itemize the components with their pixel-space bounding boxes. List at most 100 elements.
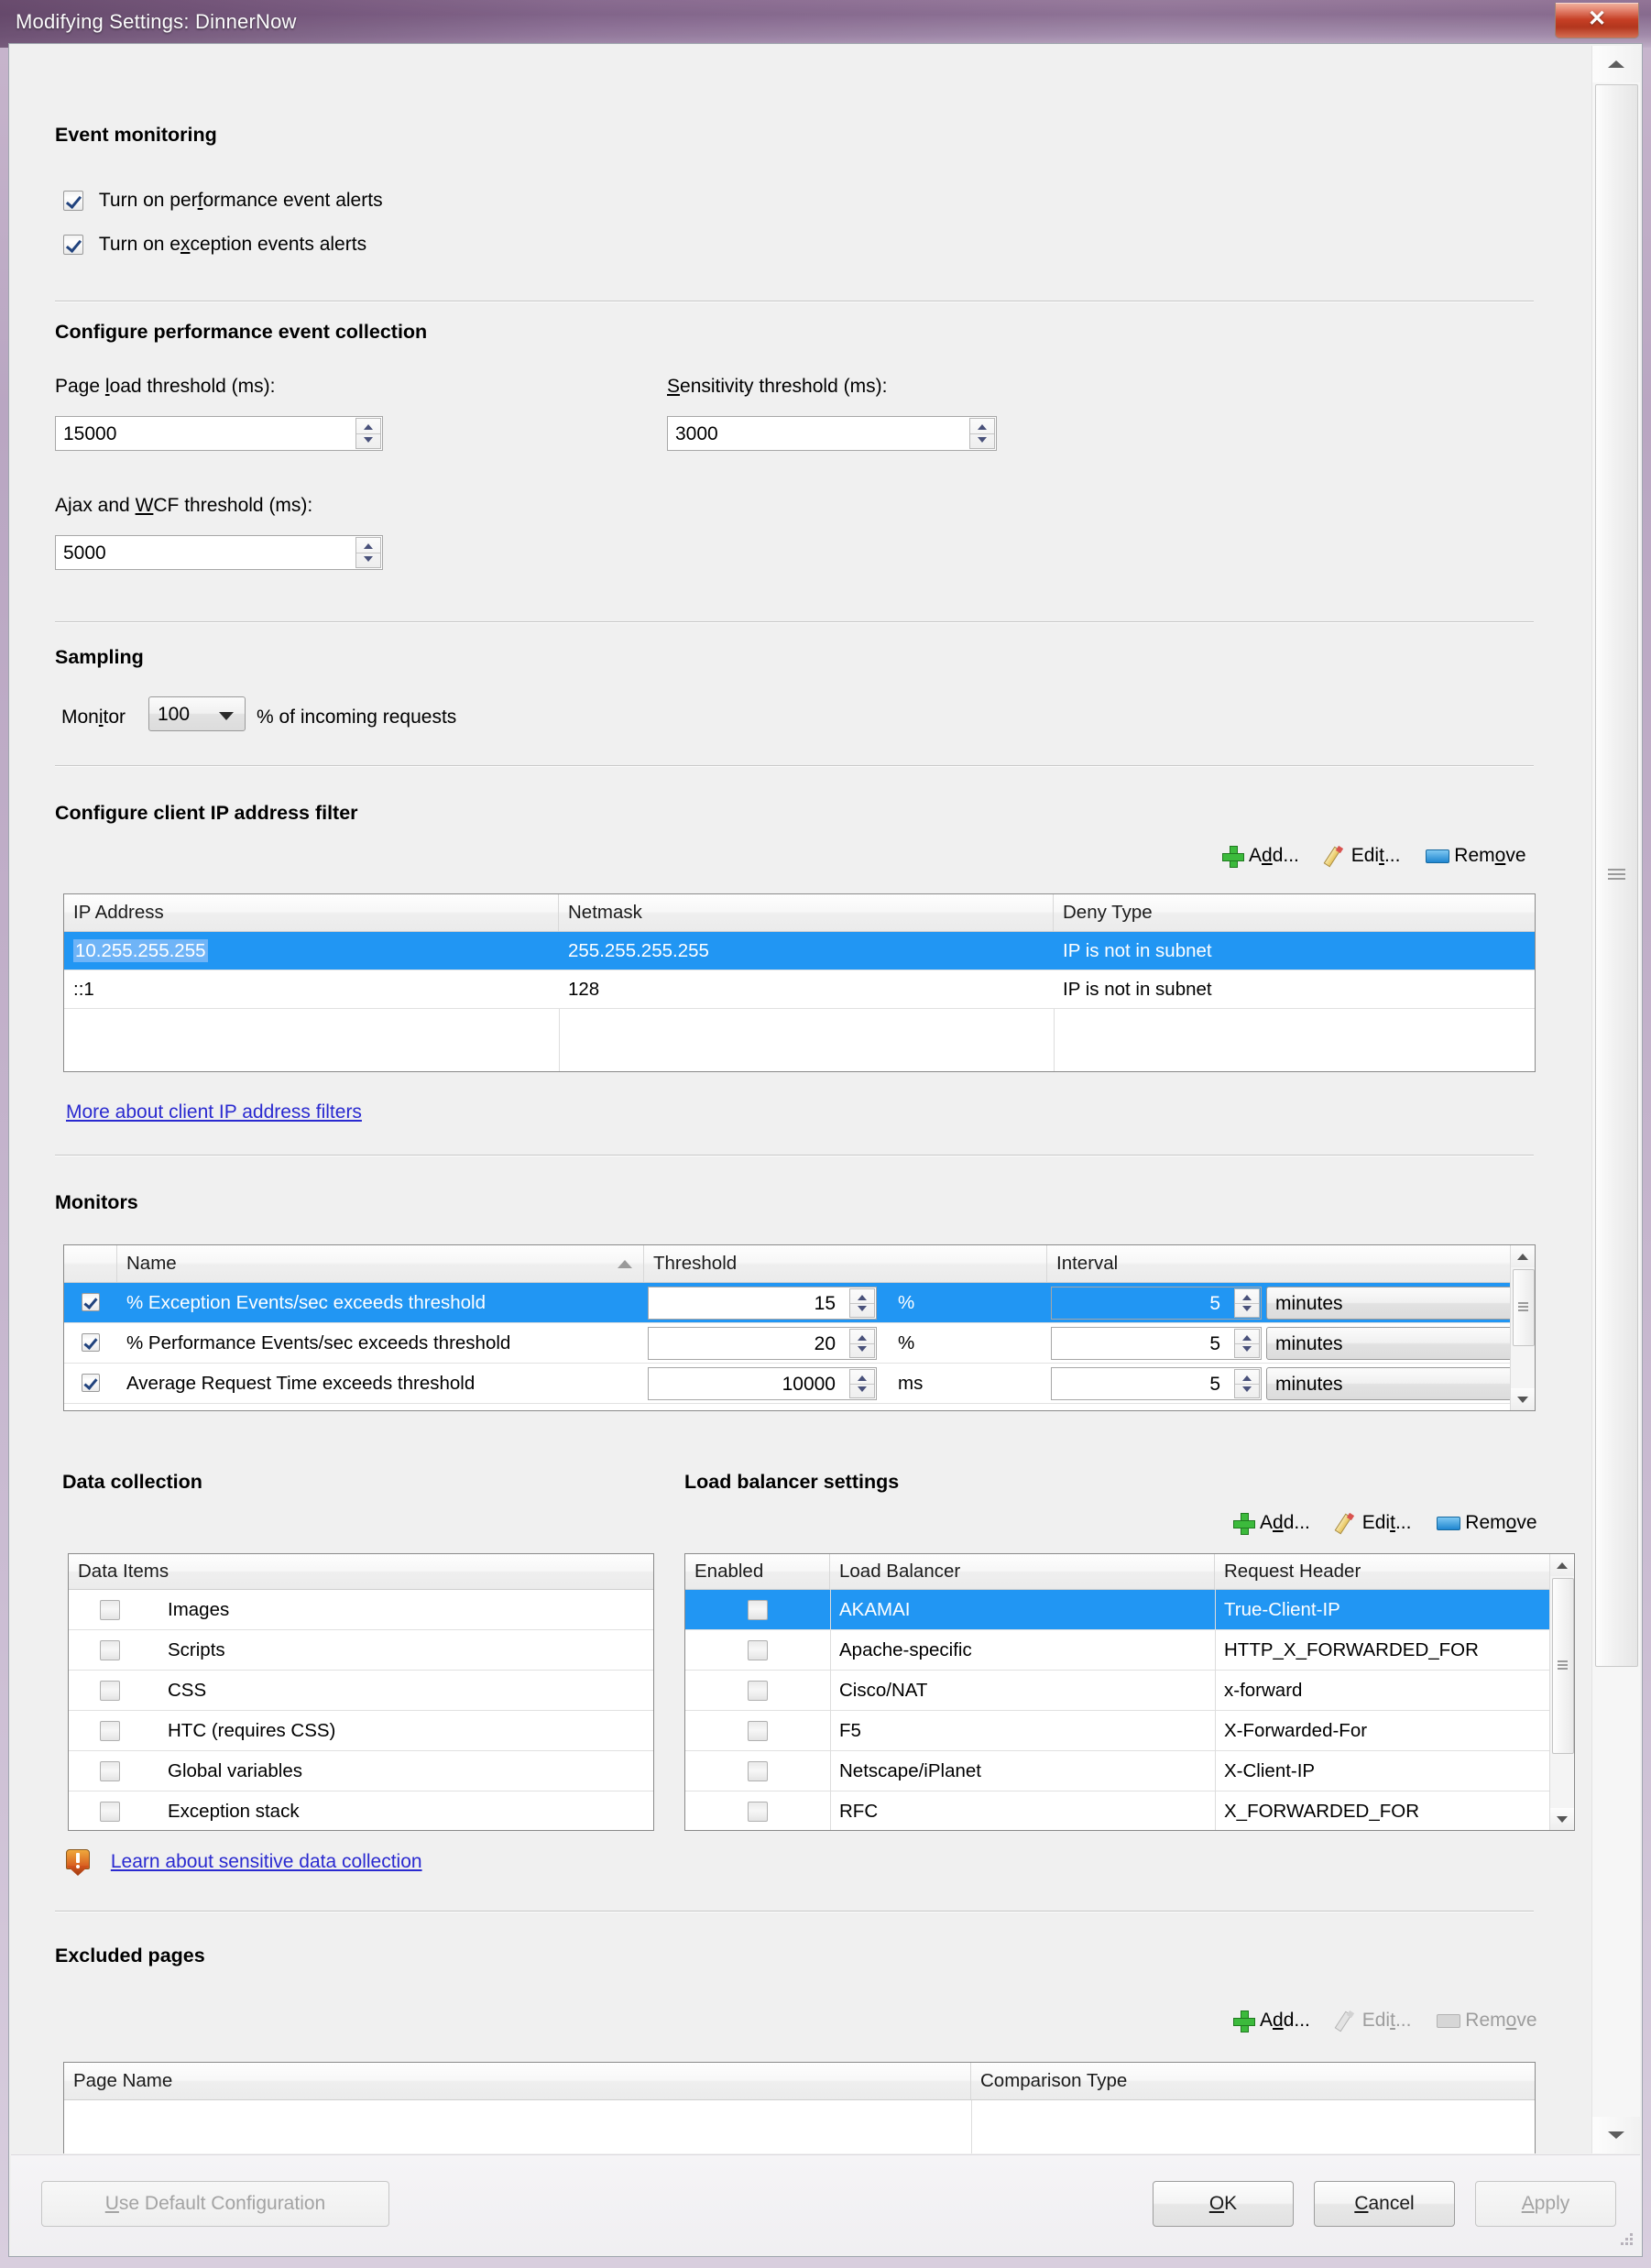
monitors-scroll-thumb[interactable] <box>1513 1269 1535 1346</box>
data-item-checkbox[interactable] <box>100 1802 120 1822</box>
monitors-threshold-spinner[interactable] <box>849 1288 875 1318</box>
monitors-col-check[interactable] <box>64 1245 117 1282</box>
monitors-row-checkbox[interactable] <box>64 1283 117 1323</box>
title-bar[interactable]: Modifying Settings: DinnerNow ✕ <box>0 0 1651 48</box>
table-row[interactable]: Apache-specific HTTP_X_FORWARDED_FOR <box>685 1630 1550 1671</box>
scroll-up-icon[interactable] <box>1550 1554 1574 1576</box>
monitors-interval-editor[interactable]: 5 <box>1051 1287 1262 1320</box>
load-balancer-row-checkbox[interactable] <box>748 1600 768 1620</box>
table-row[interactable]: % Performance Events/sec exceeds thresho… <box>64 1323 1535 1364</box>
load-balancer-col-header[interactable]: Request Header <box>1215 1554 1550 1589</box>
monitors-col-threshold[interactable]: Threshold <box>644 1245 1047 1282</box>
monitors-interval-unit-dropdown[interactable]: minutes <box>1266 1287 1535 1320</box>
monitors-interval-spinner[interactable] <box>1234 1329 1260 1358</box>
data-item-checkbox[interactable] <box>100 1721 120 1741</box>
data-collection-col-items[interactable]: Data Items <box>69 1554 653 1589</box>
data-item-checkbox[interactable] <box>100 1681 120 1701</box>
table-row[interactable]: ::1 128 IP is not in subnet <box>64 970 1535 1009</box>
checkbox-exception-alerts[interactable]: Turn on exception events alerts <box>63 234 366 256</box>
ip-filter-col-ip[interactable]: IP Address <box>64 894 559 931</box>
load-balancer-row-checkbox[interactable] <box>748 1681 768 1701</box>
scroll-up-icon[interactable] <box>1592 46 1640 82</box>
resize-grip[interactable] <box>1618 2233 1635 2250</box>
table-row[interactable]: RFC X_FORWARDED_FOR <box>685 1791 1550 1830</box>
monitors-grid-scrollbar[interactable] <box>1510 1245 1535 1410</box>
sensitivity-threshold-spinner[interactable] <box>969 418 995 449</box>
page-load-threshold-spinner[interactable] <box>355 418 381 449</box>
monitors-interval-unit-dropdown[interactable]: minutes <box>1266 1327 1535 1360</box>
monitors-interval-editor[interactable]: 5 <box>1051 1367 1262 1400</box>
list-item[interactable]: Scripts <box>69 1630 653 1671</box>
close-button[interactable]: ✕ <box>1555 3 1639 38</box>
list-item[interactable]: Images <box>69 1590 653 1630</box>
scroll-up-icon[interactable] <box>1511 1245 1535 1267</box>
ip-filter-edit-button[interactable]: Edit... <box>1323 845 1400 868</box>
sampling-percent-dropdown[interactable]: 100 <box>148 696 246 731</box>
ip-filter-remove-button[interactable]: Remove <box>1426 845 1526 867</box>
load-balancer-row-checkbox[interactable] <box>748 1802 768 1822</box>
table-row[interactable]: F5 X-Forwarded-For <box>685 1711 1550 1751</box>
load-balancer-edit-button[interactable]: Edit... <box>1334 1512 1411 1535</box>
list-item[interactable]: HTC (requires CSS) <box>69 1711 653 1751</box>
monitors-row-checkbox[interactable] <box>64 1364 117 1404</box>
list-item[interactable]: CSS <box>69 1671 653 1711</box>
data-item-checkbox[interactable] <box>100 1640 120 1660</box>
checkbox-exception-alerts-box[interactable] <box>63 235 83 256</box>
load-balancer-row-checkbox[interactable] <box>748 1721 768 1741</box>
table-row[interactable]: Cisco/NAT x-forward <box>685 1671 1550 1711</box>
scroll-down-icon[interactable] <box>1511 1388 1535 1410</box>
load-balancer-scroll-thumb[interactable] <box>1552 1578 1574 1754</box>
scroll-down-icon[interactable] <box>1592 2117 1640 2153</box>
list-item[interactable]: Global variables <box>69 1751 653 1791</box>
main-scroll-thumb[interactable] <box>1595 84 1638 1667</box>
monitors-col-name[interactable]: Name <box>117 1245 644 1282</box>
load-balancer-add-button[interactable]: Add... <box>1233 1512 1310 1535</box>
scroll-down-icon[interactable] <box>1550 1808 1574 1830</box>
monitors-threshold-editor[interactable]: 15 <box>648 1287 877 1320</box>
load-balancer-row-checkbox[interactable] <box>748 1640 768 1660</box>
checkbox-performance-alerts[interactable]: Turn on performance event alerts <box>63 190 383 212</box>
table-row[interactable]: 10.255.255.255 255.255.255.255 IP is not… <box>64 932 1535 970</box>
ip-filter-more-link[interactable]: More about client IP address filters <box>66 1101 362 1123</box>
load-balancer-col-enabled[interactable]: Enabled <box>685 1554 830 1589</box>
page-load-threshold-input[interactable]: 15000 <box>55 416 383 451</box>
main-scrollbar[interactable] <box>1591 46 1640 2153</box>
monitors-interval-editor[interactable]: 5 <box>1051 1327 1262 1360</box>
monitors-interval-unit-dropdown[interactable]: minutes <box>1266 1367 1535 1400</box>
cancel-button[interactable]: Cancel <box>1314 2181 1455 2227</box>
ok-button[interactable]: OK <box>1153 2181 1294 2227</box>
table-row[interactable]: AKAMAI True-Client-IP <box>685 1590 1550 1630</box>
ip-filter-add-button[interactable]: Add... <box>1222 845 1299 868</box>
checkbox-performance-alerts-box[interactable] <box>63 191 83 212</box>
table-row[interactable]: Average Request Time exceeds threshold 1… <box>64 1364 1535 1404</box>
load-balancer-row-checkbox[interactable] <box>748 1761 768 1781</box>
monitors-interval-spinner[interactable] <box>1234 1369 1260 1398</box>
monitors-row-checkbox[interactable] <box>64 1323 117 1364</box>
monitors-col-interval[interactable]: Interval <box>1047 1245 1511 1282</box>
data-item-checkbox[interactable] <box>100 1761 120 1781</box>
excluded-pages-add-button[interactable]: Add... <box>1233 2010 1310 2032</box>
monitors-threshold-editor[interactable]: 10000 <box>648 1367 877 1400</box>
monitors-interval-spinner[interactable] <box>1234 1288 1260 1318</box>
load-balancer-grid-scrollbar[interactable] <box>1549 1554 1574 1830</box>
ajax-wcf-threshold-spinner[interactable] <box>355 537 381 568</box>
table-row[interactable]: Netscape/iPlanet X-Client-IP <box>685 1751 1550 1791</box>
monitors-threshold-spinner[interactable] <box>849 1369 875 1398</box>
sensitivity-threshold-input[interactable]: 3000 <box>667 416 997 451</box>
load-balancer-remove-button[interactable]: Remove <box>1437 1512 1537 1534</box>
ip-filter-col-deny[interactable]: Deny Type <box>1054 894 1535 931</box>
load-balancer-col-name[interactable]: Load Balancer <box>830 1554 1215 1589</box>
ip-filter-col-netmask[interactable]: Netmask <box>559 894 1054 931</box>
table-row[interactable]: % Exception Events/sec exceeds threshold… <box>64 1283 1535 1323</box>
ajax-wcf-threshold-input[interactable]: 5000 <box>55 535 383 570</box>
apply-button[interactable]: Apply <box>1475 2181 1616 2227</box>
sensitive-data-learn-link[interactable]: Learn about sensitive data collection <box>111 1851 422 1872</box>
excluded-pages-col-page-name[interactable]: Page Name <box>64 2063 971 2099</box>
monitors-threshold-spinner[interactable] <box>849 1329 875 1358</box>
monitors-threshold-editor[interactable]: 20 <box>648 1327 877 1360</box>
list-item[interactable]: Exception stack <box>69 1791 653 1830</box>
data-item-label: Scripts <box>168 1639 225 1660</box>
data-item-checkbox[interactable] <box>100 1600 120 1620</box>
use-default-configuration-button[interactable]: Use Default Configuration <box>41 2181 389 2227</box>
excluded-pages-col-comparison-type[interactable]: Comparison Type <box>971 2063 1535 2099</box>
